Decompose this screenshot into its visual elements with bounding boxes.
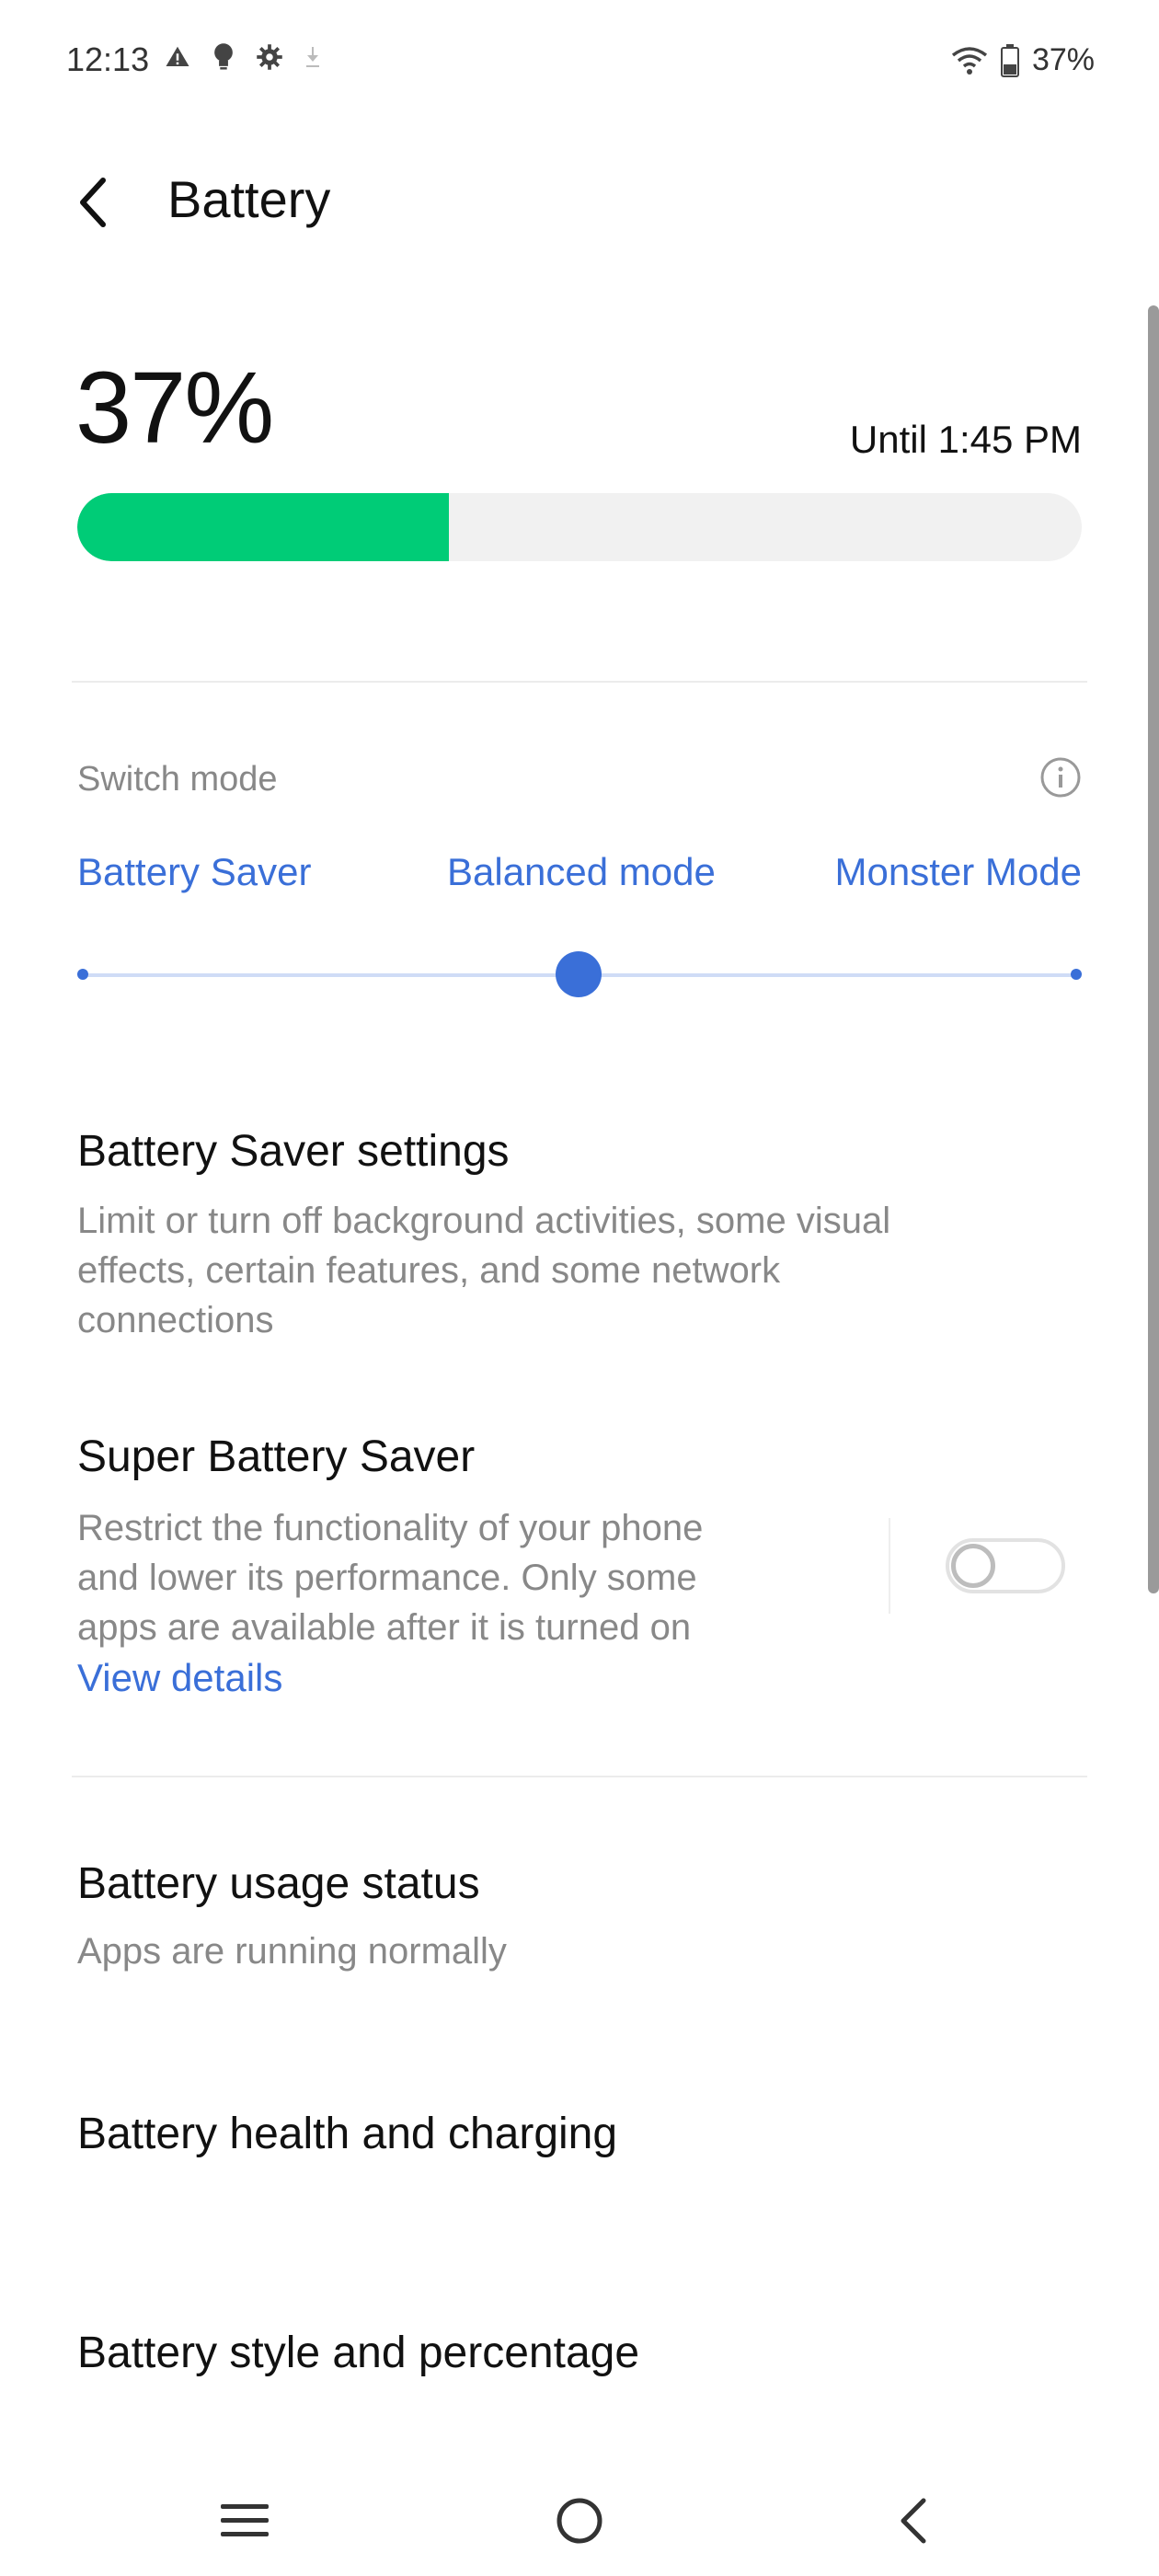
slider-stop-monster[interactable]: [1071, 969, 1082, 980]
download-icon: [306, 47, 319, 67]
menu-icon: [221, 2504, 269, 2536]
nav-back-button[interactable]: [876, 2484, 949, 2558]
mode-slider-thumb[interactable]: [556, 951, 602, 997]
nav-menu-button[interactable]: [208, 2484, 281, 2558]
toggle-separator: [889, 1518, 890, 1614]
battery-usage-status-title[interactable]: Battery usage status: [77, 1858, 480, 1909]
battery-usage-status-desc: Apps are running normally: [77, 1931, 507, 1972]
warning-icon: [166, 46, 189, 66]
status-right: 37%: [951, 42, 1095, 78]
back-button[interactable]: [64, 166, 120, 239]
super-battery-saver-title[interactable]: Super Battery Saver: [77, 1432, 475, 1482]
nav-home-button[interactable]: [543, 2484, 616, 2558]
battery-saver-settings-desc-3: connections: [77, 1300, 274, 1340]
page-title: Battery: [167, 170, 331, 228]
info-icon[interactable]: [1039, 756, 1082, 799]
status-battery-percent: 37%: [1031, 42, 1095, 77]
super-battery-saver-desc-1: Restrict the functionality of your phone: [77, 1508, 704, 1548]
view-details-link[interactable]: View details: [77, 1656, 282, 1700]
home-icon: [557, 2498, 602, 2544]
divider: [72, 681, 1087, 683]
mode-monster[interactable]: Monster Mode: [835, 850, 1082, 894]
wifi-icon: [951, 46, 988, 75]
battery-percent: 37%: [75, 351, 274, 465]
super-battery-saver-desc-2: and lower its performance. Only some: [77, 1558, 697, 1598]
super-battery-saver-desc-3: apps are available after it is turned on: [77, 1607, 692, 1648]
back-icon: [901, 2498, 926, 2544]
gear-icon: [257, 44, 282, 70]
battery-saver-settings-desc-2: effects, certain features, and some netw…: [77, 1250, 781, 1291]
battery-saver-settings-desc-1: Limit or turn off background activities,…: [77, 1201, 891, 1241]
battery-level-fill: [77, 493, 450, 561]
mode-battery-saver[interactable]: Battery Saver: [77, 850, 311, 894]
battery-until-time: Until 1:45 PM: [849, 418, 1082, 461]
scrollbar[interactable]: [1148, 305, 1159, 1593]
divider: [72, 1776, 1087, 1777]
bulb-icon: [214, 43, 233, 70]
battery-saver-settings-title[interactable]: Battery Saver settings: [77, 1126, 510, 1177]
battery-health-charging-title[interactable]: Battery health and charging: [77, 2109, 617, 2159]
battery-icon: [1000, 43, 1019, 77]
chevron-left-icon: [80, 178, 106, 227]
status-left-icons: [164, 42, 324, 72]
slider-stop-battery-saver[interactable]: [77, 969, 88, 980]
mode-balanced[interactable]: Balanced mode: [447, 850, 716, 894]
switch-mode-label: Switch mode: [77, 760, 278, 799]
super-battery-saver-toggle[interactable]: [946, 1538, 1065, 1593]
status-time: 12:13: [66, 40, 150, 78]
battery-style-percentage-title[interactable]: Battery style and percentage: [77, 2328, 639, 2378]
toggle-knob: [951, 1544, 995, 1588]
battery-level-bar: [77, 493, 1082, 561]
